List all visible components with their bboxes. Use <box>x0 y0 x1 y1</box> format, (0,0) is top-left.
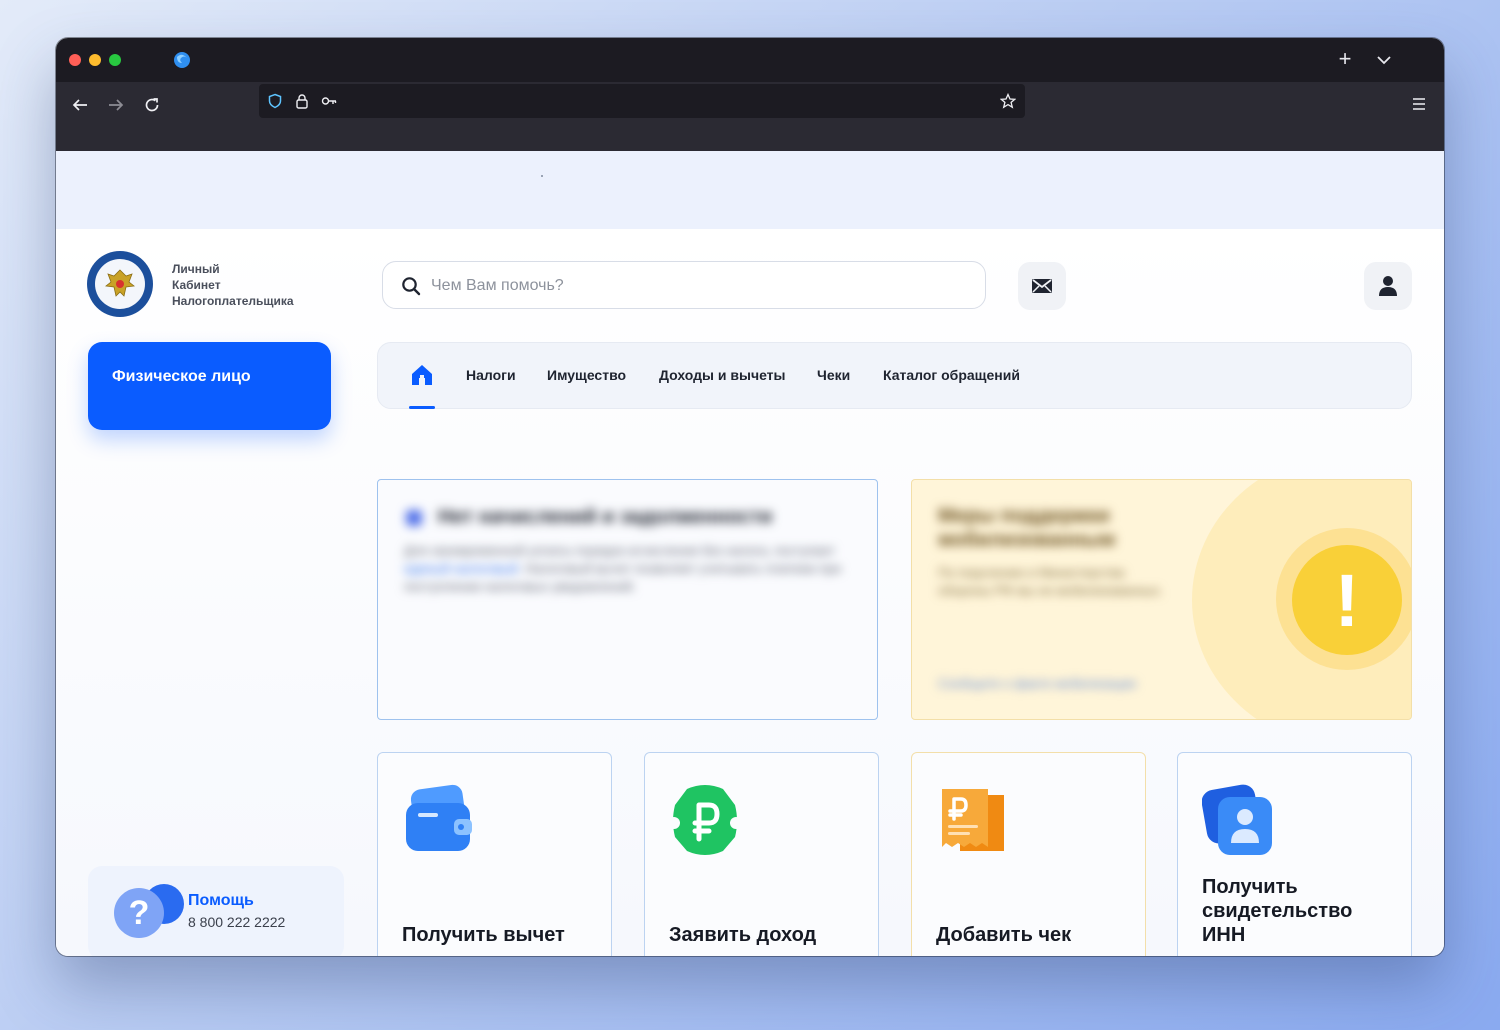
search-icon <box>402 277 421 296</box>
exclamation-icon: ! <box>1292 545 1402 655</box>
tax-status-text: Для своевременной уплаты порядок исчисле… <box>404 542 844 596</box>
firefox-icon[interactable] <box>173 51 191 69</box>
help-title[interactable]: Помощь <box>188 892 254 910</box>
star-icon[interactable] <box>1000 93 1016 109</box>
shield-icon[interactable] <box>267 93 283 109</box>
minimize-window-button[interactable] <box>89 54 101 66</box>
profile-button[interactable] <box>1364 262 1412 310</box>
banner-dot <box>541 175 543 177</box>
arrow-left-icon <box>72 99 87 111</box>
zoom-window-button[interactable] <box>109 54 121 66</box>
add-receipt-title: Добавить чек <box>936 924 1072 946</box>
get-deduction-card[interactable]: Получить вычет <box>377 752 612 956</box>
title-bar: + <box>56 38 1444 82</box>
browser-window: + Личный Кабинет Налогоплательщика Чем В… <box>56 38 1444 956</box>
arrow-right-icon <box>109 99 124 111</box>
eagle-emblem-icon <box>95 259 145 309</box>
address-bar[interactable] <box>259 84 1025 118</box>
status-bullet-icon <box>406 510 422 526</box>
tab-property[interactable]: Имущество <box>547 367 626 383</box>
key-icon[interactable] <box>321 93 337 109</box>
role-label: Физическое лицо <box>112 368 251 385</box>
mobilization-support-card[interactable]: Меры поддержки мобилизованным По поручен… <box>911 479 1412 720</box>
navigation-toolbar <box>56 82 1444 151</box>
new-tab-button[interactable]: + <box>1334 48 1356 70</box>
add-receipt-card[interactable]: Добавить чек <box>911 752 1146 956</box>
logo-line-1: Личный <box>172 262 220 276</box>
get-inn-certificate-title: Получить свидетельство ИНН <box>1202 876 1353 946</box>
lock-icon[interactable] <box>294 93 310 109</box>
reload-button[interactable] <box>138 91 166 119</box>
page-content: Личный Кабинет Налогоплательщика Физичес… <box>56 229 1444 956</box>
fns-logo[interactable] <box>87 251 153 317</box>
logo-line-2: Кабинет <box>172 278 221 292</box>
declare-income-title: Заявить доход <box>669 924 817 946</box>
tab-list-chevron-down-icon[interactable] <box>1374 50 1394 70</box>
search-box[interactable] <box>382 261 986 309</box>
main-nav-tabs: Налоги Имущество Доходы и вычеты Чеки Ка… <box>377 342 1412 409</box>
declare-income-card[interactable]: Заявить доход <box>644 752 879 956</box>
mobilization-link[interactable]: Сообщите о факте мобилизации <box>938 676 1136 691</box>
id-card-icon <box>1202 784 1272 855</box>
messages-button[interactable] <box>1018 262 1066 310</box>
tab-income-deductions[interactable]: Доходы и вычеты <box>659 367 786 383</box>
help-phone[interactable]: 8 800 222 2222 <box>188 914 285 930</box>
ruble-icon <box>669 785 741 855</box>
wallet-icon <box>406 784 472 851</box>
envelope-icon <box>1032 279 1052 293</box>
get-inn-certificate-card[interactable]: Получить свидетельство ИНН <box>1177 752 1412 956</box>
logo-line-3: Налогоплательщика <box>172 294 294 308</box>
tab-taxes[interactable]: Налоги <box>466 367 516 383</box>
mobilization-title: Меры поддержки мобилизованным <box>938 505 1116 551</box>
tab-requests-catalog[interactable]: Каталог обращений <box>883 367 1020 383</box>
get-deduction-title: Получить вычет <box>402 924 565 946</box>
receipt-icon <box>942 789 1004 851</box>
home-icon <box>412 365 432 385</box>
tax-status-text-part1: Для своевременной уплаты порядок исчисле… <box>404 543 835 558</box>
tax-status-link[interactable]: единый налоговый <box>404 561 518 576</box>
tax-status-card[interactable]: Нет начислений и задолженности Для своев… <box>377 479 878 720</box>
user-icon <box>1379 276 1397 296</box>
tax-status-title: Нет начислений и задолженности <box>438 506 773 528</box>
back-button[interactable] <box>66 91 94 119</box>
active-tab-indicator <box>409 406 435 409</box>
mobilization-text: По поручению и Министерства обороны РФ м… <box>938 565 1164 598</box>
top-banner <box>56 151 1444 229</box>
tab-receipts[interactable]: Чеки <box>817 367 850 383</box>
role-individual-button[interactable]: Физическое лицо <box>88 342 331 430</box>
cabinet-title: Личный Кабинет Налогоплательщика <box>172 261 294 309</box>
hamburger-icon[interactable] <box>1408 93 1430 115</box>
search-input[interactable] <box>431 272 971 300</box>
question-icon: ? <box>114 888 164 938</box>
close-window-button[interactable] <box>69 54 81 66</box>
forward-button[interactable] <box>102 91 130 119</box>
home-tab[interactable] <box>411 363 433 387</box>
help-widget[interactable]: ? Помощь 8 800 222 2222 <box>88 866 344 956</box>
reload-icon <box>145 98 159 112</box>
